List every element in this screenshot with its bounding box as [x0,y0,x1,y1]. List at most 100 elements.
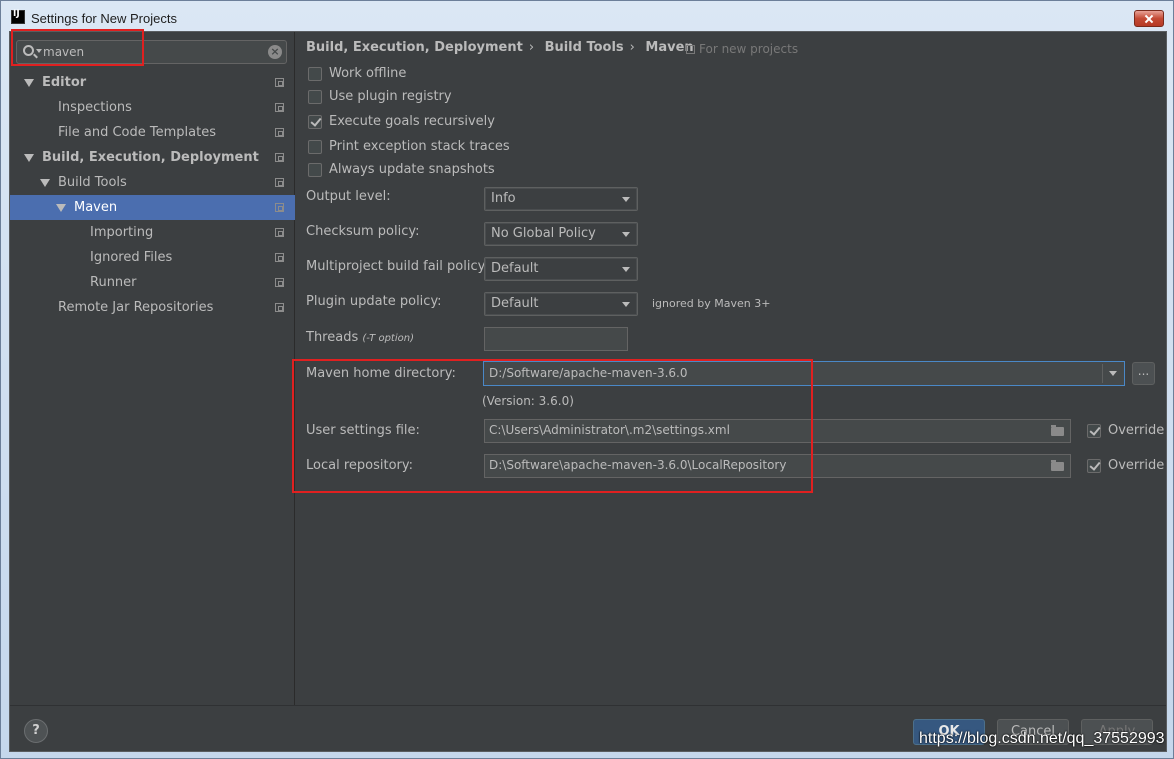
plugin-update-policy-label: Plugin update policy: [306,294,442,309]
threads-label: Threads (-T option) [306,330,414,345]
search-icon[interactable] [23,45,34,56]
tree-item-label: Maven [74,200,118,215]
maven-home-label: Maven home directory: [306,366,456,381]
checksum-policy-select[interactable]: No Global Policy [484,222,638,246]
tree-item-importing[interactable]: Importing [10,220,295,245]
chevron-down-icon [622,197,630,202]
checkbox-label: Work offline [329,66,407,81]
tree-item-label: Inspections [58,100,132,115]
settings-window: Settings for New Projects × Editor Inspec… [0,0,1174,759]
chevron-down-icon [622,302,630,307]
checkbox-label: Execute goals recursively [329,114,495,129]
checkbox[interactable] [308,140,322,154]
multiproject-policy-value: Default [491,261,539,276]
expand-arrow-icon[interactable] [40,179,50,187]
maven-home-combobox[interactable]: D:/Software/apache-maven-3.6.0 [483,361,1125,386]
tree-item-label: Importing [90,225,154,240]
chevron-down-icon[interactable] [1109,371,1117,376]
scope-note-text: For new projects [699,42,799,56]
maven-home-value[interactable]: D:/Software/apache-maven-3.6.0 [489,366,688,380]
search-input[interactable] [43,44,263,60]
chevron-down-icon [622,232,630,237]
settings-sidebar: × Editor Inspections File and Code Templat… [10,32,295,705]
user-settings-override-checkbox[interactable] [1087,424,1101,438]
checkbox[interactable] [308,115,322,129]
watermark-text: https://blog.csdn.net/qq_37552993 [919,730,1165,747]
override-label: Override [1108,423,1165,438]
expand-arrow-icon[interactable] [24,154,34,162]
local-repository-value: D:\Software\apache-maven-3.6.0\LocalRepo… [489,458,787,472]
checkbox-label: Always update snapshots [329,162,495,177]
checkbox[interactable] [308,163,322,177]
checkbox[interactable] [308,67,322,81]
maven-version-text: (Version: 3.6.0) [482,394,574,408]
tree-item-label: Editor [42,75,87,90]
tree-item-file-and-code-templates[interactable]: File and Code Templates [10,120,295,145]
plugin-update-policy-select[interactable]: Default [484,292,638,316]
checksum-policy-label: Checksum policy: [306,224,420,239]
local-repository-label: Local repository: [306,458,413,473]
tree-item-label: Build, Execution, Deployment [42,150,259,165]
clear-search-icon[interactable]: × [268,45,282,59]
local-repository-field[interactable]: D:\Software\apache-maven-3.6.0\LocalRepo… [484,454,1071,478]
combobox-divider [1102,364,1103,383]
checkbox-label: Print exception stack traces [329,139,510,154]
maven-settings-panel: Build, Execution, Deployment › Build Tool… [296,32,1166,705]
threads-input[interactable] [484,327,628,351]
tree-item-remote-jar-repositories[interactable]: Remote Jar Repositories [10,295,295,320]
user-settings-field[interactable]: C:\Users\Administrator\.m2\settings.xml [484,419,1071,443]
checkbox[interactable] [308,90,322,104]
project-scope-icon [275,253,284,262]
search-field[interactable]: × [16,40,287,64]
chevron-down-icon [622,267,630,272]
plugin-update-policy-value: Default [491,296,539,311]
breadcrumb-build-tools: Build Tools [544,40,624,55]
folder-icon[interactable] [1051,460,1064,471]
tree-item-build-tools[interactable]: Build Tools [10,170,295,195]
project-scope-icon [275,178,284,187]
tree-item-label: Build Tools [58,175,127,190]
project-scope-icon [275,278,284,287]
tree-item-maven[interactable]: Maven [10,195,295,220]
tree-item-editor[interactable]: Editor [10,70,295,95]
tree-item-runner[interactable]: Runner [10,270,295,295]
threads-label-text: Threads [306,330,359,345]
breadcrumb-separator: › [528,40,535,55]
breadcrumb-separator: › [629,40,635,55]
local-repository-override-checkbox[interactable] [1087,459,1101,473]
project-scope-icon [275,128,284,137]
override-label: Override [1108,458,1165,473]
tree-item-label: Ignored Files [90,250,173,265]
expand-arrow-icon[interactable] [56,204,66,212]
close-button[interactable] [1134,10,1164,27]
tree-item-ignored-files[interactable]: Ignored Files [10,245,295,270]
output-level-value: Info [491,191,516,206]
multiproject-policy-select[interactable]: Default [484,257,638,281]
output-level-select[interactable]: Info [484,187,638,211]
tree-item-build-execution-deployment[interactable]: Build, Execution, Deployment [10,145,295,170]
help-button[interactable]: ? [24,719,48,743]
tree-item-inspections[interactable]: Inspections [10,95,295,120]
window-title: Settings for New Projects [31,11,177,26]
expand-arrow-icon[interactable] [24,79,34,87]
plugin-update-note: ignored by Maven 3+ [652,297,771,310]
intellij-icon [11,9,25,24]
project-scope-icon [275,103,284,112]
checksum-policy-value: No Global Policy [491,226,596,241]
browse-maven-home-button[interactable]: ... [1132,362,1155,385]
tree-item-label: File and Code Templates [58,125,216,140]
breadcrumb: Build, Execution, Deployment › Build Tool… [306,40,700,58]
project-scope-icon [275,153,284,162]
checkbox-label: Use plugin registry [329,89,452,104]
project-scope-icon [275,228,284,237]
multiproject-policy-label: Multiproject build fail policy: [306,259,489,274]
search-history-caret-icon[interactable] [36,49,42,53]
threads-hint: (-T option) [362,333,414,344]
scope-note: For new projects [686,42,798,56]
project-scope-icon [275,203,284,212]
breadcrumb-build-execution-deployment: Build, Execution, Deployment [306,40,523,55]
title-bar[interactable]: Settings for New Projects [1,1,1173,31]
project-scope-icon [275,78,284,87]
folder-icon[interactable] [1051,425,1064,436]
user-settings-label: User settings file: [306,423,420,438]
